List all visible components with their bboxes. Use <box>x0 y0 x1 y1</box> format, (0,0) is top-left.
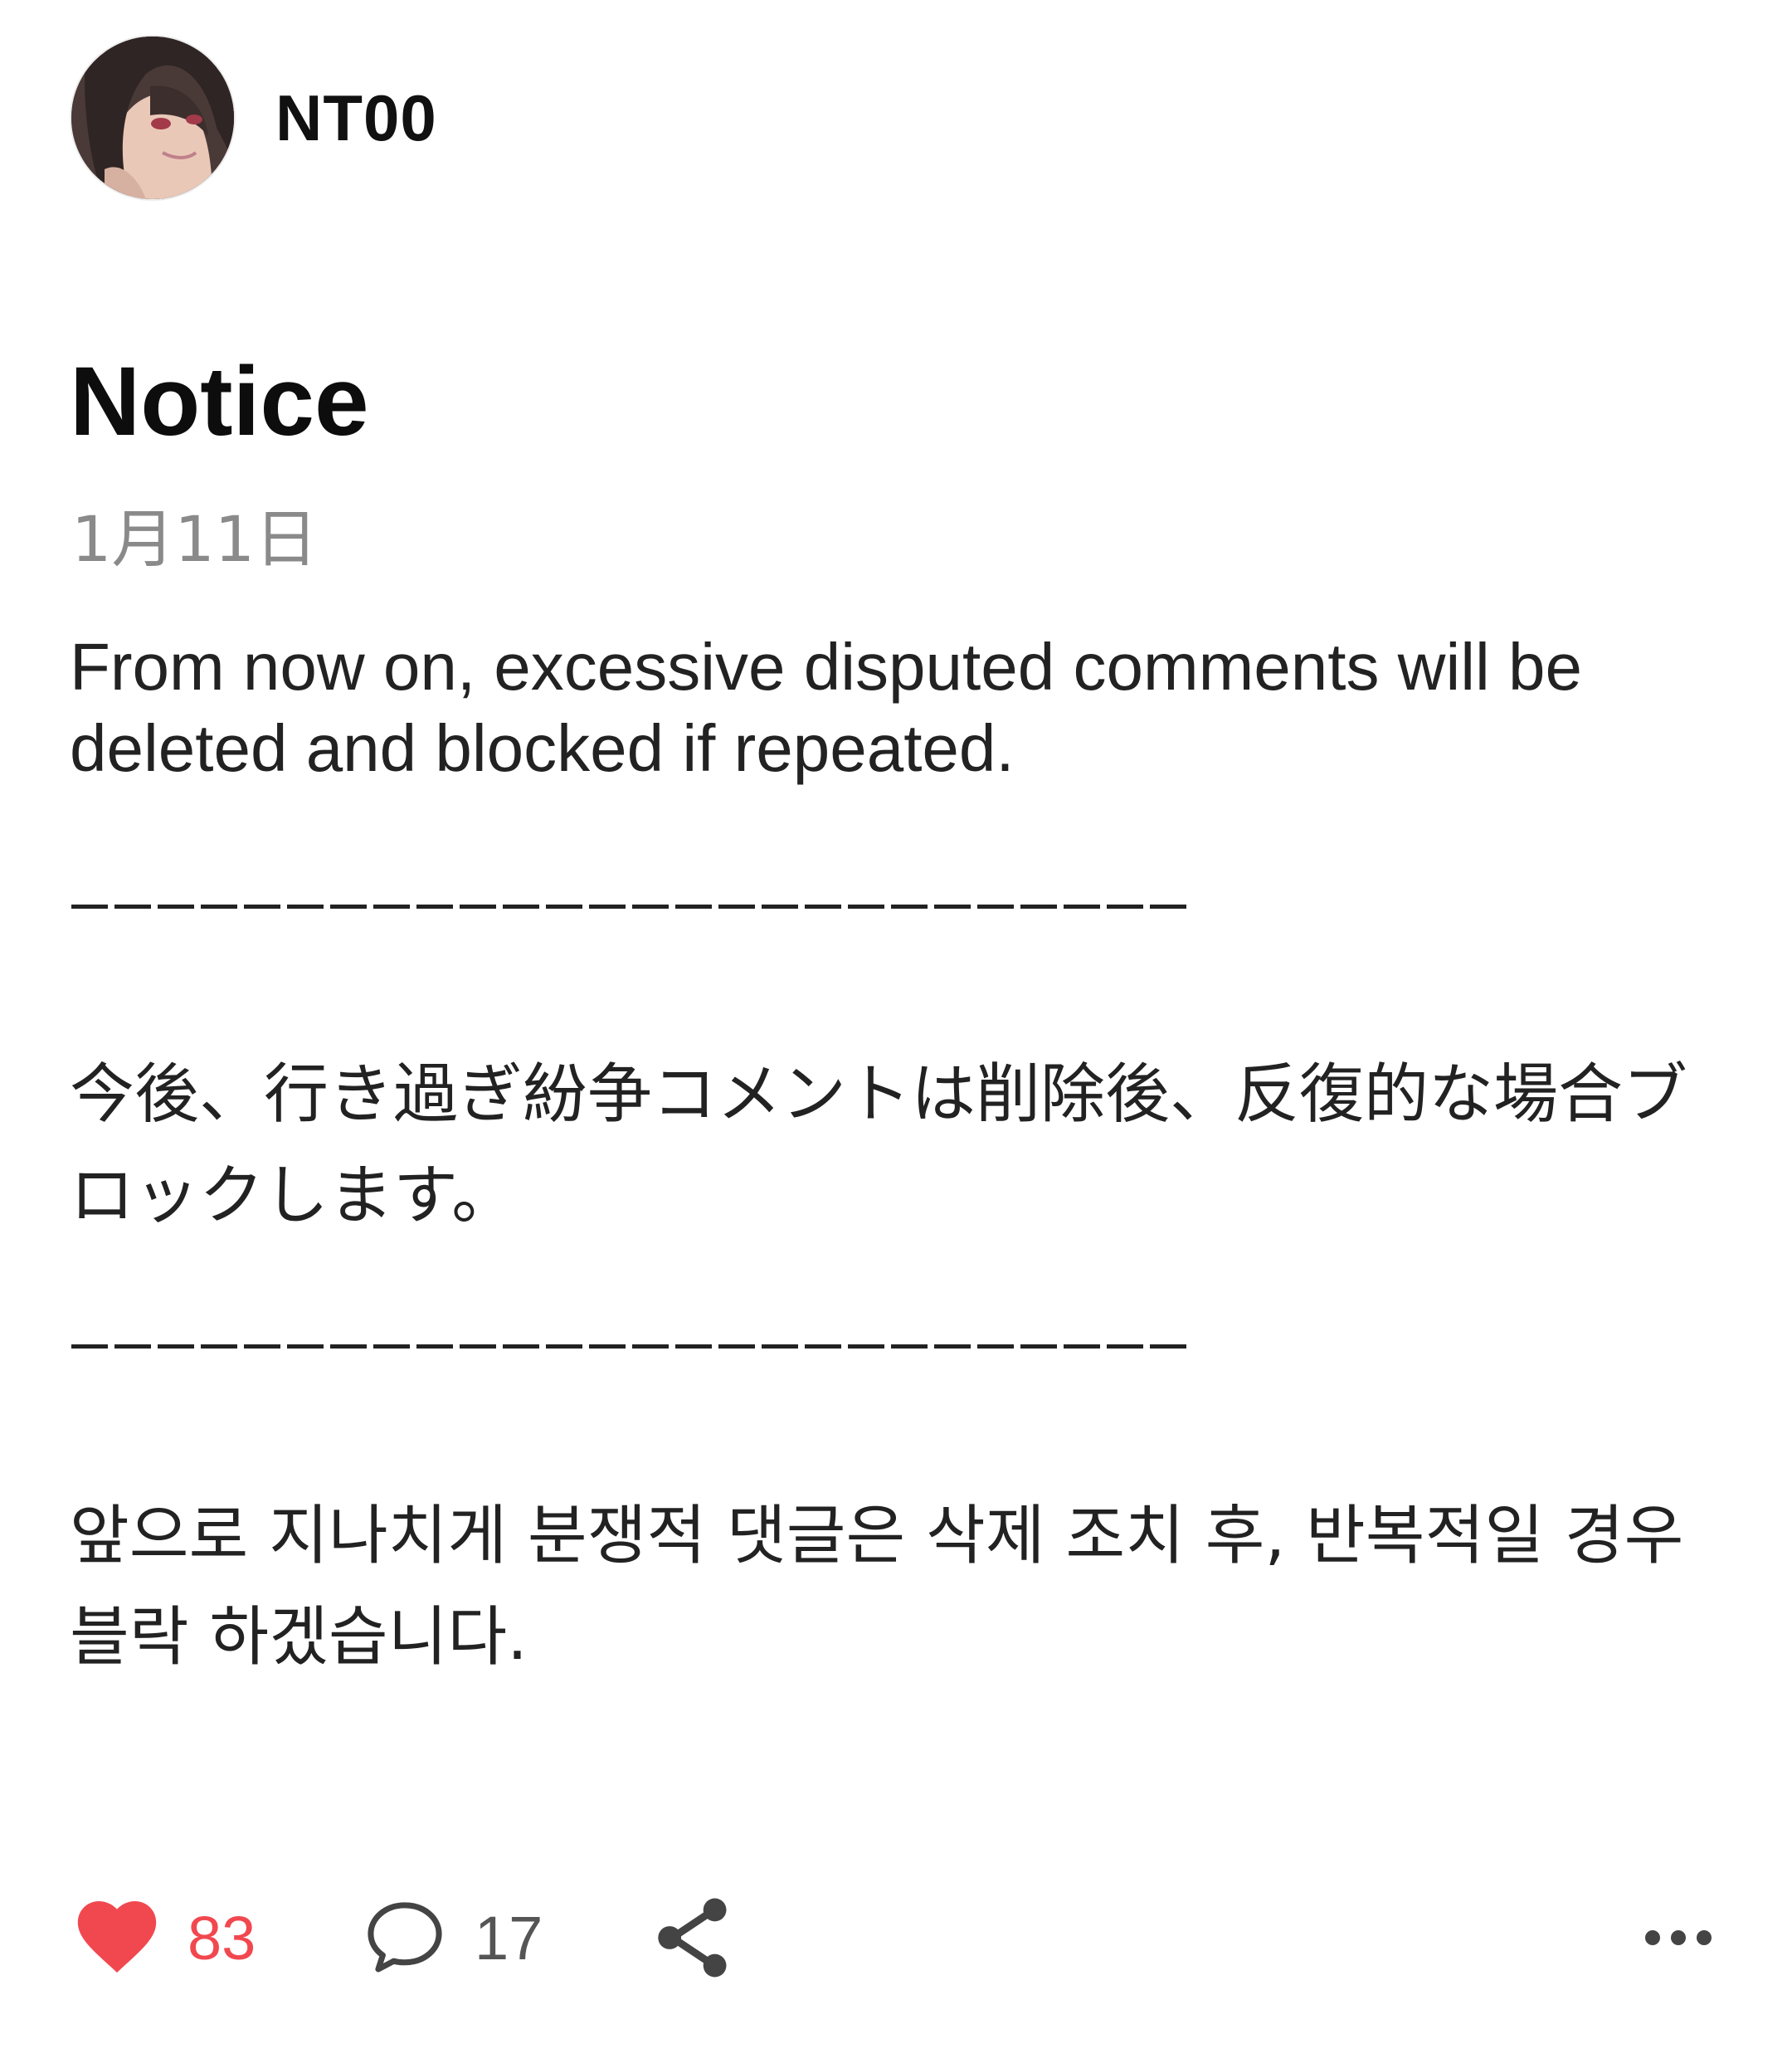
post-title: Notice <box>70 347 369 456</box>
action-bar: 83 17 <box>0 1884 1792 1992</box>
post-date: 1月11日 <box>71 502 319 576</box>
heart-icon <box>77 1901 157 1973</box>
post-body-korean: 앞으로 지나치게 분쟁적 댓글은 삭제 조치 후, 반복적일 경우 블락 하겠습… <box>70 1499 1684 1675</box>
author-name[interactable]: NT00 <box>275 80 437 156</box>
post-body-english: From now on, excessive disputed comments… <box>70 630 1582 785</box>
post-card: NT00 Notice 1月11日 From now on, excessive… <box>0 0 1792 2068</box>
like-count: 83 <box>187 1903 256 1973</box>
more-dots-icon <box>1645 1930 1712 1945</box>
like-button[interactable]: 83 <box>76 1884 256 1992</box>
author-header[interactable]: NT00 <box>71 37 437 199</box>
anime-girl-avatar-icon <box>71 37 234 199</box>
share-icon <box>658 1898 727 1978</box>
separator-line <box>71 905 1187 909</box>
separator-line <box>71 1344 1187 1349</box>
comment-bubble-icon <box>368 1902 442 1973</box>
post-body-japanese: 今後、行き過ぎ紛争コメントは削除後、反復的な場合ブロックします。 <box>70 1057 1688 1233</box>
share-button[interactable] <box>655 1884 730 1992</box>
comment-count: 17 <box>475 1903 543 1973</box>
comment-button[interactable]: 17 <box>365 1884 543 1992</box>
more-options-button[interactable] <box>1643 1884 1714 1992</box>
avatar[interactable] <box>71 37 234 199</box>
